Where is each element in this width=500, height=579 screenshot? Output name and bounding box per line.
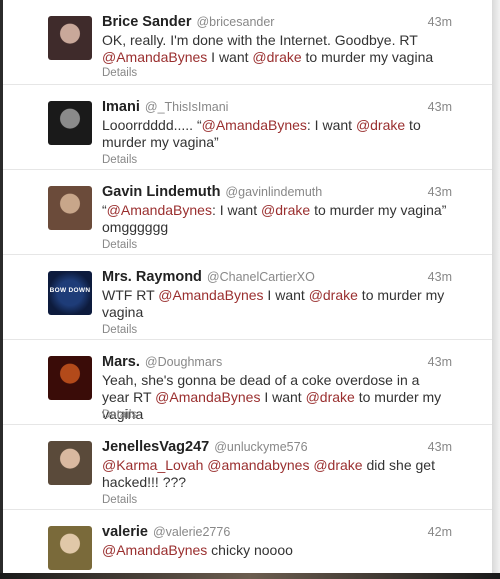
avatar[interactable] — [48, 16, 92, 60]
scrollbar-track[interactable] — [492, 0, 500, 579]
author-line: Brice Sander @bricesander — [102, 13, 274, 31]
avatar[interactable] — [48, 186, 92, 230]
author-line: Gavin Lindemuth @gavinlindemuth — [102, 183, 322, 201]
avatar[interactable] — [48, 356, 92, 400]
author-name[interactable]: valerie — [102, 524, 148, 540]
tweet-row[interactable]: JenellesVag247 @unluckyme576 43m @Karma_Lov… — [3, 425, 492, 510]
tweet-timestamp[interactable]: 43m — [428, 355, 452, 369]
mention-link[interactable]: @drake — [309, 287, 358, 303]
author-handle[interactable]: @valerie2776 — [153, 525, 230, 539]
tweet-text-segment: OK, really. I'm done with the Internet. … — [102, 32, 418, 48]
tweet-row[interactable]: valerie @valerie2776 42m @AmandaBynes chick… — [3, 510, 492, 574]
mention-link[interactable]: @AmandaBynes — [102, 542, 207, 558]
author-line: Mars. @Doughmars — [102, 353, 222, 371]
tweet-text-segment: Looorrdddd..... “ — [102, 117, 202, 133]
author-name[interactable]: Mars. — [102, 354, 140, 370]
author-name[interactable]: Imani — [102, 99, 140, 115]
author-handle[interactable]: @ChanelCartierXO — [207, 270, 315, 284]
tweet-timestamp[interactable]: 43m — [428, 15, 452, 29]
author-handle[interactable]: @Doughmars — [145, 355, 222, 369]
author-handle[interactable]: @_ThisIsImani — [145, 100, 229, 114]
author-name[interactable]: Mrs. Raymond — [102, 269, 202, 285]
tweet-text-segment: I want — [207, 49, 253, 65]
tweet-text: @Karma_Lovah @amandabynes @drake did she… — [102, 457, 447, 491]
author-handle[interactable]: @unluckyme576 — [214, 440, 307, 454]
author-handle[interactable]: @gavinlindemuth — [225, 185, 322, 199]
tweet-text: OK, really. I'm done with the Internet. … — [102, 32, 447, 66]
details-link[interactable]: Details — [102, 239, 137, 251]
author-line: JenellesVag247 @unluckyme576 — [102, 438, 308, 456]
mention-link[interactable]: @AmandaBynes — [102, 49, 207, 65]
avatar[interactable] — [48, 441, 92, 485]
tweet-text-segment: WTF RT — [102, 287, 159, 303]
author-line: valerie @valerie2776 — [102, 523, 230, 541]
mention-link[interactable]: @drake — [313, 457, 362, 473]
taskbar-strip — [0, 573, 500, 579]
tweet-text: Looorrdddd..... “@AmandaBynes: I want @d… — [102, 117, 447, 151]
details-link[interactable]: Details — [102, 67, 137, 79]
author-name[interactable]: JenellesVag247 — [102, 439, 209, 455]
tweet-row[interactable]: Imani @_ThisIsImani 43m Looorrdddd..... “@A… — [3, 85, 492, 170]
author-name[interactable]: Gavin Lindemuth — [102, 184, 220, 200]
author-handle[interactable]: @bricesander — [196, 15, 274, 29]
author-line: Imani @_ThisIsImani — [102, 98, 228, 116]
mention-link[interactable]: @AmandaBynes — [107, 202, 212, 218]
tweet-text-segment: I want — [263, 287, 309, 303]
tweet-text: “@AmandaBynes: I want @drake to murder m… — [102, 202, 447, 236]
avatar-text: BOW DOWN — [49, 287, 91, 294]
avatar[interactable] — [48, 526, 92, 570]
tweet-text-segment: to murder my vagina — [301, 49, 434, 65]
tweet-text: @AmandaBynes chicky noooo — [102, 542, 447, 559]
mention-link[interactable]: @AmandaBynes — [158, 287, 263, 303]
author-line: Mrs. Raymond @ChanelCartierXO — [102, 268, 315, 286]
mention-link[interactable]: @AmandaBynes — [202, 117, 307, 133]
mention-link[interactable]: @drake — [356, 117, 405, 133]
mention-link[interactable]: @drake — [252, 49, 301, 65]
avatar[interactable]: BOW DOWN — [48, 271, 92, 315]
tweet-timestamp[interactable]: 43m — [428, 185, 452, 199]
tweet-text-segment: : I want — [211, 202, 261, 218]
tweet-text: Yeah, she's gonna be dead of a coke over… — [102, 372, 447, 423]
tweet-row[interactable]: Brice Sander @bricesander 43m OK, really. I… — [3, 0, 492, 85]
tweet-row[interactable]: Gavin Lindemuth @gavinlindemuth 43m “@Amand… — [3, 170, 492, 255]
timeline: Brice Sander @bricesander 43m OK, really. I… — [3, 0, 493, 574]
tweet-text-segment: I want — [260, 389, 306, 405]
tweet-row[interactable]: Mars. @Doughmars 43m Yeah, she's gonna be d… — [3, 340, 492, 425]
tweet-timestamp[interactable]: 43m — [428, 100, 452, 114]
tweet-text: WTF RT @AmandaBynes I want @drake to mur… — [102, 287, 447, 321]
mention-link[interactable]: @drake — [306, 389, 355, 405]
details-link[interactable]: Details — [102, 154, 137, 166]
tweet-timestamp[interactable]: 43m — [428, 270, 452, 284]
avatar[interactable] — [48, 101, 92, 145]
details-link[interactable]: Details — [102, 409, 137, 421]
tweet-timestamp[interactable]: 42m — [428, 525, 452, 539]
mention-link[interactable]: @drake — [261, 202, 310, 218]
details-link[interactable]: Details — [102, 494, 137, 506]
tweet-timestamp[interactable]: 43m — [428, 440, 452, 454]
author-name[interactable]: Brice Sander — [102, 14, 191, 30]
mention-link[interactable]: @AmandaBynes — [155, 389, 260, 405]
tweet-text-segment: chicky noooo — [207, 542, 293, 558]
tweet-text-segment: : I want — [306, 117, 356, 133]
mention-link[interactable]: @Karma_Lovah — [102, 457, 203, 473]
details-link[interactable]: Details — [102, 324, 137, 336]
tweet-row[interactable]: BOW DOWN Mrs. Raymond @ChanelCartierXO 43m W… — [3, 255, 492, 340]
mention-link[interactable]: @amandabynes — [207, 457, 309, 473]
